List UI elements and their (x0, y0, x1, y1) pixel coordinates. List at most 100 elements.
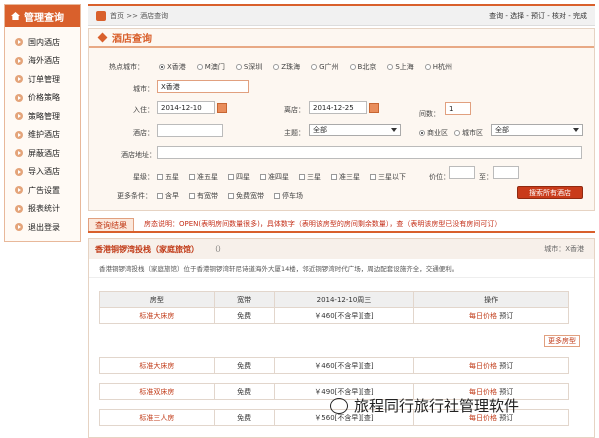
search-all-hotels-button[interactable]: 搜索所有酒店 (517, 186, 583, 199)
star-checkbox[interactable]: 准五星 (189, 172, 218, 182)
home-icon[interactable] (96, 10, 106, 21)
checkout-label: 离店： (284, 106, 305, 114)
hot-city-radio[interactable]: X香港 (159, 62, 186, 72)
sidebar-item-label: 报表统计 (28, 204, 60, 214)
hot-city-label: S深圳 (243, 63, 263, 71)
sidebar-item[interactable]: 国内酒店 (15, 33, 80, 52)
room-type-link[interactable]: 标准三人房 (99, 409, 215, 426)
hotel-name-input[interactable] (157, 124, 223, 137)
top-bar: 首页 >> 酒店查询 查询 - 选择 - 预订 - 核对 - 完成 (88, 4, 595, 26)
theme-select[interactable]: 全部 (309, 124, 401, 136)
address-input[interactable] (157, 146, 582, 159)
hot-city-radio[interactable]: Z珠海 (273, 62, 300, 72)
daily-price-link[interactable]: 每日价格 (469, 362, 497, 370)
room-table: 标准大床房 免费 ￥460[不含早][查] 每日价格 预订 (99, 357, 569, 374)
area-radio-business[interactable]: 商业区 (419, 128, 448, 138)
column-header: 操作 (413, 291, 569, 308)
checkout-input[interactable]: 2014-12-25 (309, 101, 367, 114)
checkbox-icon (228, 174, 234, 180)
arrow-right-icon (15, 112, 23, 121)
daily-price-link[interactable]: 每日价格 (469, 312, 497, 320)
room-type-link[interactable]: 标准双床房 (99, 383, 215, 400)
arrow-right-icon (15, 38, 23, 47)
area-select[interactable]: 全部 (491, 124, 583, 136)
hotel-header: 香港铜锣湾投栈（家庭旅馆） （） 城市：X香港 (89, 239, 594, 259)
area-radio-city[interactable]: 城市区 (454, 128, 483, 138)
more-condition-checkbox[interactable]: 有宽带 (189, 191, 218, 201)
hotel-city: 城市：X香港 (544, 245, 584, 253)
sidebar-item[interactable]: 维护酒店 (15, 126, 80, 145)
rooms-input[interactable]: 1 (445, 102, 471, 115)
tab-results[interactable]: 查询结果 (88, 218, 134, 231)
star-checkbox[interactable]: 三星以下 (370, 172, 406, 182)
hot-city-label: S上海 (395, 63, 414, 71)
hot-city-radio[interactable]: B北京 (349, 62, 376, 72)
hotel-name-link[interactable]: 香港铜锣湾投栈（家庭旅馆） (95, 244, 199, 255)
more-condition-label: 有宽带 (197, 192, 218, 200)
sidebar-menu: 国内酒店海外酒店订单管理 价格策略 策略管理 维护酒店 屏蔽酒店 导入酒店 广告设置报表统计… (5, 27, 80, 237)
calendar-icon[interactable] (217, 103, 227, 113)
room-type-link[interactable]: 标准大床房 (99, 307, 215, 324)
more-condition-label: 停车场 (282, 192, 303, 200)
checkbox-icon (370, 174, 376, 180)
star-label: 准三星 (339, 173, 360, 181)
book-link[interactable]: 预订 (499, 362, 513, 370)
city-label: 城市： (133, 85, 154, 93)
hot-city-radio[interactable]: M澳门 (196, 62, 225, 72)
arrow-right-icon (15, 56, 23, 65)
more-condition-checkbox[interactable]: 免费宽带 (228, 191, 264, 201)
hot-city-radio[interactable]: H杭州 (424, 62, 452, 72)
price-max-input[interactable] (493, 166, 519, 179)
star-checkbox[interactable]: 四星 (228, 172, 250, 182)
sidebar-item[interactable]: 海外酒店 (15, 52, 80, 71)
star-label: 五星 (165, 173, 179, 181)
room-type-link[interactable]: 标准大床房 (99, 357, 215, 374)
price-cell: ￥460[不含早][查] (273, 307, 415, 324)
sidebar-item[interactable]: 广告设置 (15, 181, 80, 200)
radio-icon (311, 64, 318, 70)
star-label: 三星以下 (378, 173, 406, 181)
star-checkbox[interactable]: 五星 (157, 172, 179, 182)
sidebar-item[interactable]: 退出登录 (15, 218, 80, 237)
book-link[interactable]: 预订 (499, 312, 513, 320)
hot-city-radio[interactable]: S上海 (387, 62, 414, 72)
hot-city-label: Z珠海 (281, 63, 301, 71)
search-panel-header: 酒店查询 (89, 29, 594, 48)
star-label: 四星 (236, 173, 250, 181)
column-header: 宽带 (213, 291, 275, 308)
sidebar-item-label: 海外酒店 (28, 56, 60, 66)
sidebar-item[interactable]: 屏蔽酒店 (15, 144, 80, 163)
hot-city-radio[interactable]: G广州 (311, 62, 339, 72)
star-checkbox[interactable]: 三星 (299, 172, 321, 182)
more-room-types-button[interactable]: 更多房型 (544, 335, 580, 347)
checkbox-icon (274, 193, 280, 199)
hot-city-label: X香港 (167, 63, 186, 71)
price-min-input[interactable] (449, 166, 475, 179)
table-row: 标准大床房 免费 ￥460[不含早][查] 每日价格 预订 (99, 307, 569, 324)
sidebar-item[interactable]: 订单管理 (15, 70, 80, 89)
search-panel-title: 酒店查询 (112, 34, 152, 45)
hot-city-radio[interactable]: S深圳 (235, 62, 263, 72)
result-tab-bar: 查询结果 房态说明：OPEN(表明房间数量很多)，具体数字（表明该房型的房间剩余… (88, 218, 595, 233)
sidebar-item[interactable]: 导入酒店 (15, 163, 80, 182)
more-condition-checkbox[interactable]: 含早 (157, 191, 179, 201)
sidebar-item-label: 国内酒店 (28, 37, 60, 47)
watermark-text: 旅程同行旅行社管理软件 (354, 397, 520, 415)
sidebar-item-label: 退出登录 (28, 222, 60, 232)
star-checkbox[interactable]: 准三星 (331, 172, 360, 182)
checkin-label: 入住： (133, 106, 154, 114)
checkbox-icon (189, 193, 195, 199)
sidebar-item[interactable]: 报表统计 (15, 200, 80, 219)
radio-icon (235, 64, 242, 70)
more-condition-checkbox[interactable]: 停车场 (274, 191, 303, 201)
calendar-icon[interactable] (369, 103, 379, 113)
radio-icon (349, 64, 356, 70)
sidebar-item[interactable]: 价格策略 (15, 89, 80, 108)
column-header: 房型 (99, 291, 215, 308)
arrow-right-icon (15, 130, 23, 139)
star-checkbox[interactable]: 准四星 (260, 172, 289, 182)
sidebar-item[interactable]: 策略管理 (15, 107, 80, 126)
city-input[interactable]: X香港 (157, 80, 249, 93)
checkin-input[interactable]: 2014-12-10 (157, 101, 215, 114)
rooms-label: 间数： (419, 110, 440, 118)
